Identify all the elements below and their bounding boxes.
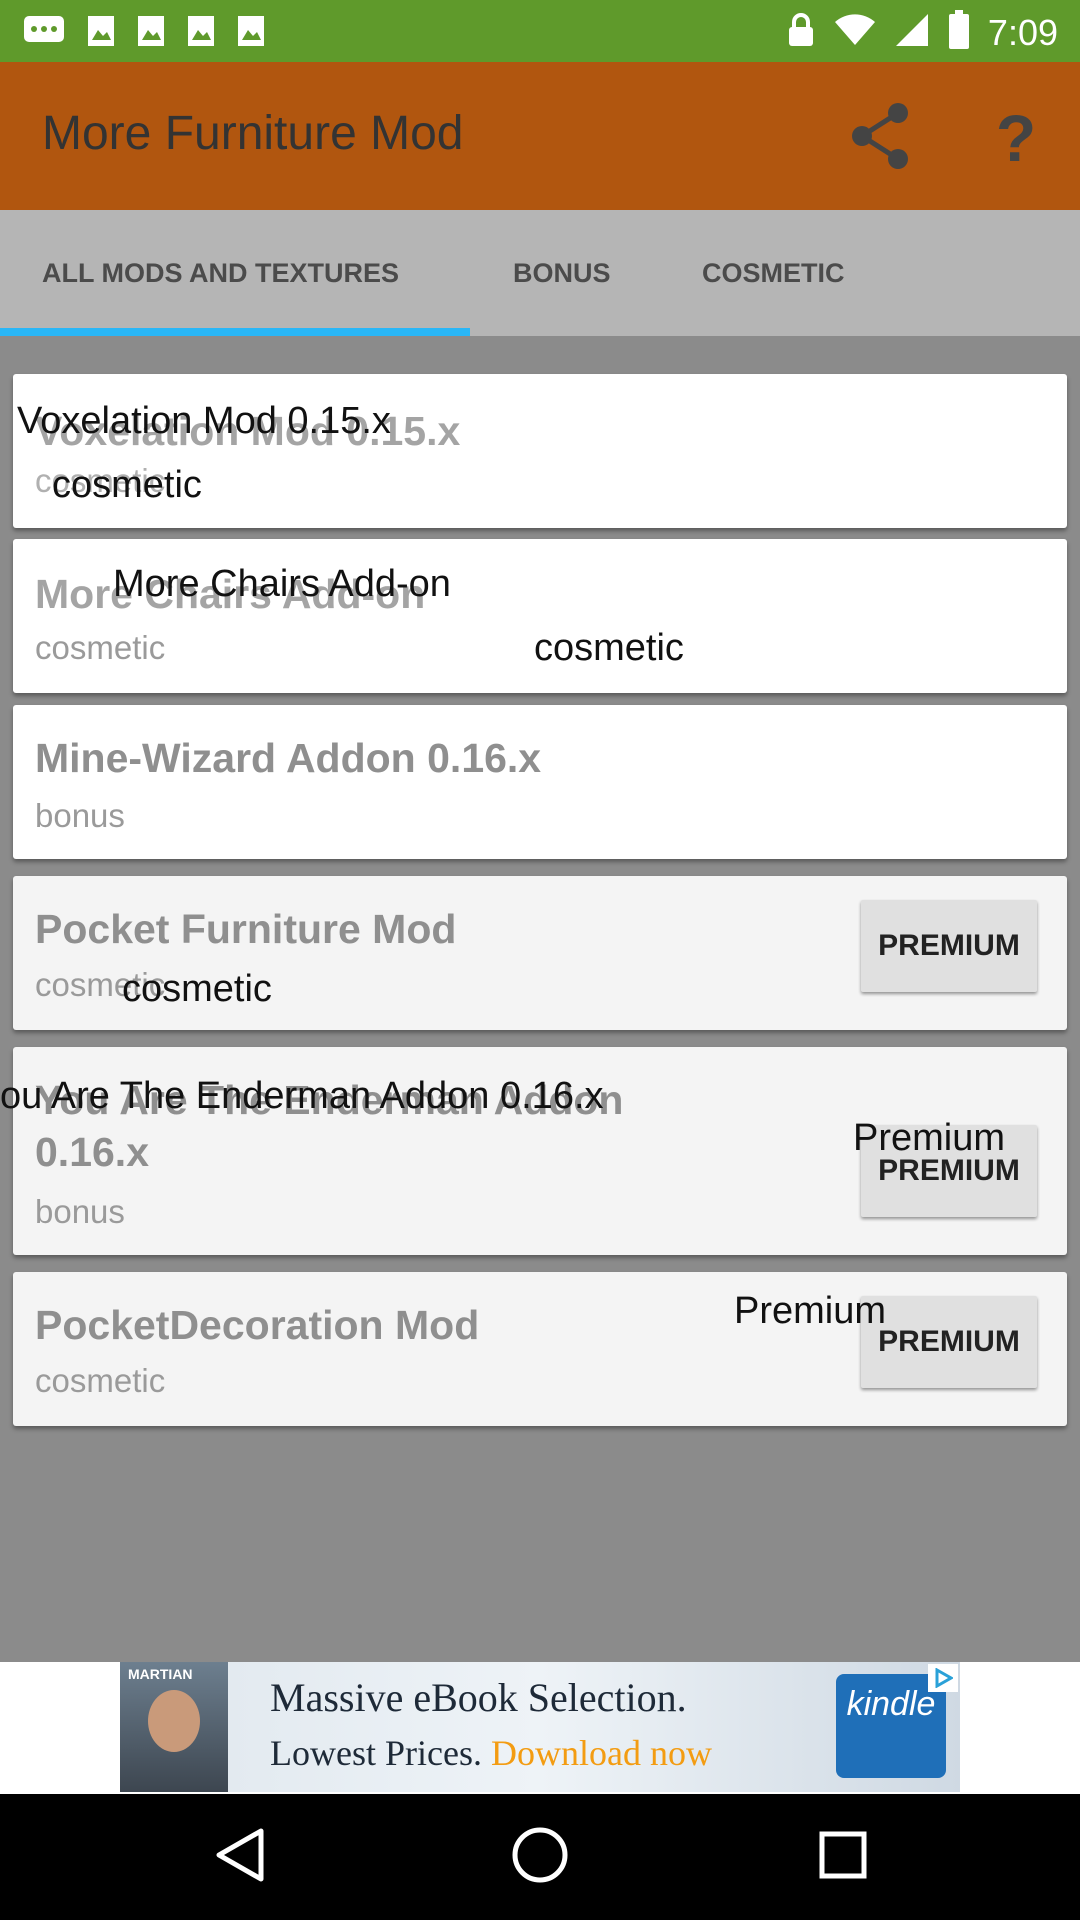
mod-category: bonus: [35, 1193, 125, 1230]
premium-button[interactable]: PREMIUM: [861, 900, 1037, 992]
overlay-premium: Premium: [853, 1117, 1006, 1159]
adchoices-icon[interactable]: [928, 1664, 958, 1692]
overlay-title: More Chairs Add-on: [113, 563, 451, 605]
overlay-title: Voxelation Mod 0.15.x: [17, 400, 391, 442]
overlay-category: cosmetic: [52, 464, 202, 506]
overlay-premium: Premium: [734, 1290, 887, 1332]
navigation-bar: [0, 1794, 1080, 1920]
ad-poster-text: MARTIAN: [128, 1666, 193, 1682]
list-item[interactable]: More Chairs Add-on cosmetic More Chairs …: [13, 539, 1067, 693]
list-item[interactable]: Mine-Wizard Addon 0.16.x bonus: [13, 705, 1067, 859]
help-icon: ?: [995, 101, 1037, 175]
overlay-category: cosmetic: [122, 968, 272, 1010]
share-button[interactable]: [840, 98, 920, 178]
mod-category: cosmetic: [35, 1362, 166, 1399]
status-time: 7:09: [987, 11, 1058, 53]
tab-all-mods-and-textures[interactable]: ALL MODS AND TEXTURES: [42, 210, 399, 336]
notification-icons: [22, 14, 266, 56]
message-icon: [22, 14, 66, 56]
mod-list[interactable]: Voxelation Mod 0.15.x cosmetic Voxelatio…: [0, 336, 1080, 1662]
image-icon: [236, 14, 266, 56]
ad-creative[interactable]: MARTIAN Massive eBook Selection. Lowest …: [120, 1662, 960, 1792]
back-button[interactable]: [210, 1827, 270, 1887]
help-button[interactable]: ?: [976, 98, 1056, 178]
mod-title: Pocket Furniture Mod: [35, 906, 457, 952]
ad-poster-image: MARTIAN: [120, 1662, 228, 1792]
image-icon: [86, 14, 116, 56]
home-icon: [510, 1825, 570, 1890]
wifi-icon: [834, 13, 876, 52]
tab-indicator: [0, 328, 470, 336]
status-bar: 7:09: [0, 0, 1080, 62]
mod-category: cosmetic: [35, 629, 166, 666]
mod-title: Mine-Wizard Addon 0.16.x: [35, 735, 542, 781]
list-item[interactable]: Voxelation Mod 0.15.x cosmetic Voxelatio…: [13, 374, 1067, 528]
home-button[interactable]: [510, 1827, 570, 1887]
ad-subline: Lowest Prices. Download now: [270, 1732, 712, 1774]
cellular-icon: [894, 12, 930, 53]
tab-bonus[interactable]: BONUS: [513, 210, 611, 336]
lock-icon: [786, 12, 816, 53]
premium-button[interactable]: PREMIUM: [861, 1296, 1037, 1388]
image-icon: [136, 14, 166, 56]
battery-icon: [948, 10, 970, 55]
overlay-category: cosmetic: [534, 627, 684, 669]
app-title: More Furniture Mod: [42, 107, 464, 160]
mod-title: PocketDecoration Mod: [35, 1302, 480, 1348]
image-icon: [186, 14, 216, 56]
overlay-title: ou Are The Enderman Addon 0.16.x: [0, 1075, 604, 1117]
list-item[interactable]: PocketDecoration Mod cosmetic PREMIUM Pr…: [13, 1272, 1067, 1426]
ad-subline-text: Lowest Prices.: [270, 1733, 482, 1773]
ad-banner: MARTIAN Massive eBook Selection. Lowest …: [0, 1662, 1080, 1794]
mod-title-line2: 0.16.x: [35, 1129, 149, 1175]
tab-bar: ALL MODS AND TEXTURES BONUS COSMETIC: [0, 210, 1080, 336]
ad-download-link[interactable]: Download now: [491, 1733, 712, 1773]
back-icon: [213, 1827, 267, 1888]
list-item[interactable]: Pocket Furniture Mod cosmetic cosmetic P…: [13, 876, 1067, 1030]
system-icons: 7:09: [786, 10, 1058, 55]
mod-category: bonus: [35, 797, 125, 834]
ad-headline: Massive eBook Selection.: [270, 1675, 687, 1720]
tab-cosmetic[interactable]: COSMETIC: [702, 210, 845, 336]
list-item[interactable]: You Are The Enderman Addon 0.16.x bonus …: [0, 1047, 1067, 1255]
share-icon: [848, 101, 912, 176]
app-bar: More Furniture Mod ?: [0, 62, 1080, 210]
recents-button[interactable]: [813, 1827, 873, 1887]
recents-icon: [818, 1830, 868, 1885]
